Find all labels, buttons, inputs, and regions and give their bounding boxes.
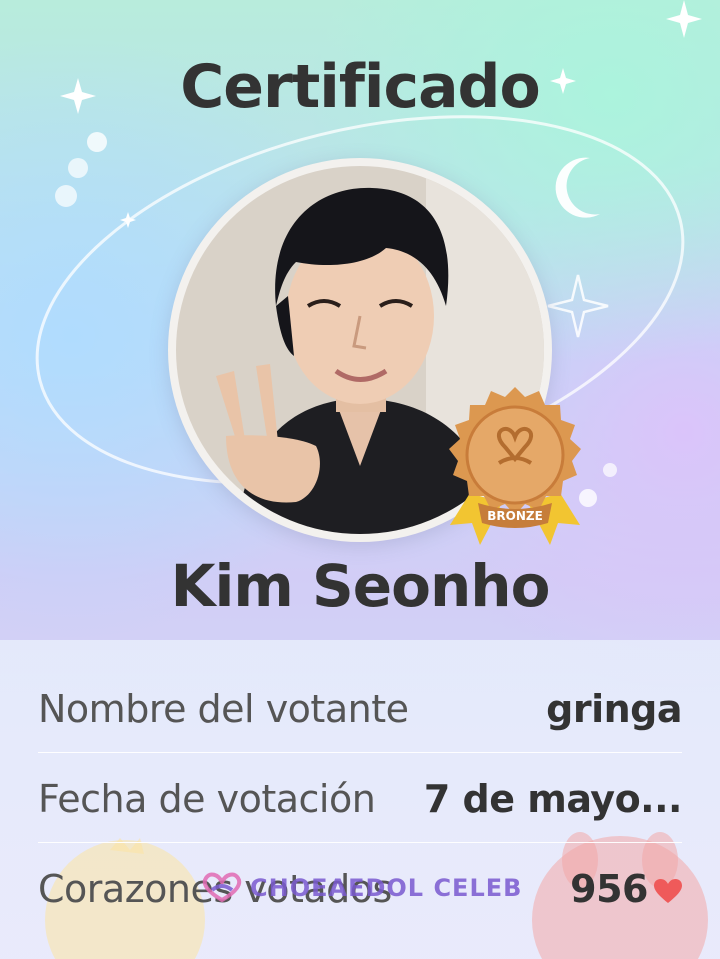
choeaedol-logo-icon bbox=[202, 872, 242, 903]
date-label: Fecha de votación bbox=[38, 777, 376, 821]
bronze-medal-badge: BRONZE bbox=[449, 387, 581, 545]
moon-icon bbox=[555, 157, 600, 218]
date-value: 7 de mayo... bbox=[423, 777, 683, 821]
hearts-value-group: 956 bbox=[570, 867, 682, 911]
star-outline-icon bbox=[547, 274, 609, 338]
voter-value: gringa bbox=[546, 687, 682, 731]
hearts-value: 956 bbox=[570, 867, 648, 911]
divider bbox=[38, 752, 682, 753]
brand-watermark: CHOEAEDOL CELEB bbox=[200, 870, 522, 906]
date-row: Fecha de votación 7 de mayo... bbox=[38, 756, 683, 842]
heart-icon bbox=[654, 878, 682, 903]
brand-text: CHOEAEDOL CELEB bbox=[250, 874, 523, 902]
badge-label: BRONZE bbox=[487, 509, 543, 523]
divider bbox=[38, 842, 682, 843]
certificate-card: Certificado BRONZE Kim Seonho Nombre del… bbox=[0, 0, 720, 959]
voter-row: Nombre del votante gringa bbox=[38, 666, 682, 752]
celebrity-name: Kim Seonho bbox=[170, 552, 551, 620]
voter-label: Nombre del votante bbox=[38, 687, 409, 731]
page-title: Certificado bbox=[180, 52, 540, 122]
